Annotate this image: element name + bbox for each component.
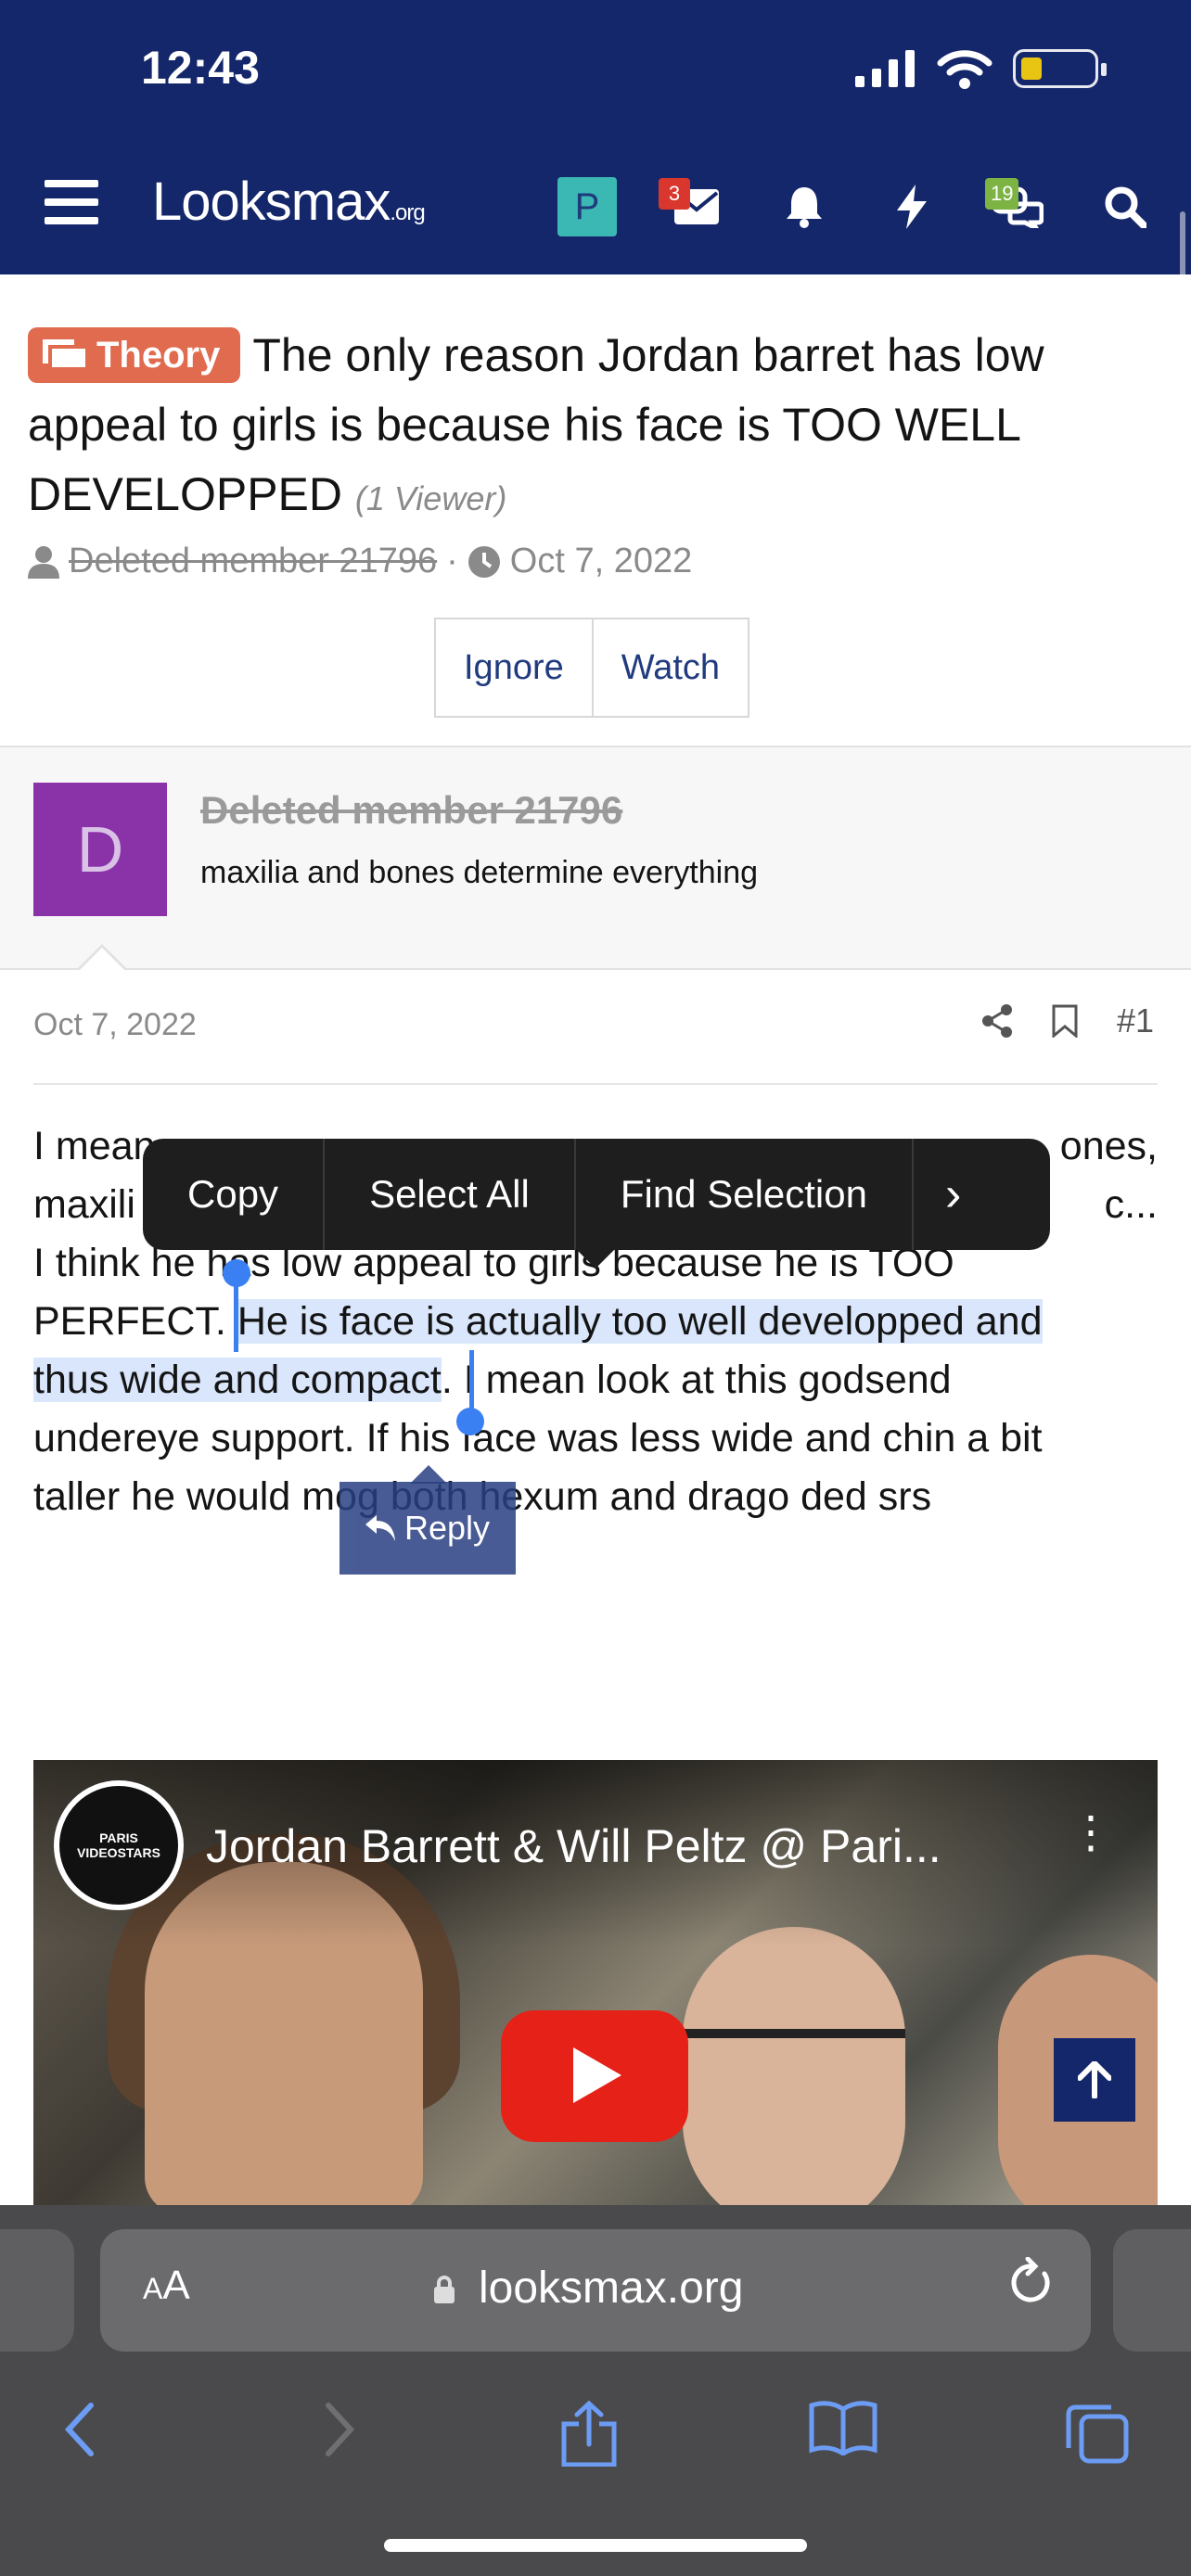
browser-bottom-bar: AA looksmax.org bbox=[0, 2205, 1191, 2576]
next-tab-peek[interactable] bbox=[1113, 2229, 1191, 2352]
tabs-icon bbox=[1066, 2404, 1129, 2464]
scroll-indicator bbox=[1180, 211, 1185, 286]
bookmarks-button[interactable] bbox=[809, 2400, 877, 2468]
divider bbox=[33, 1083, 1158, 1085]
ignore-button[interactable]: Ignore bbox=[436, 619, 592, 716]
viewer-count: (1 Viewer) bbox=[354, 479, 507, 517]
forward-button[interactable] bbox=[321, 2400, 358, 2472]
chevron-right-icon bbox=[326, 2403, 355, 2456]
post-line-5: thus wide and compact. I mean look at th… bbox=[33, 1358, 952, 1402]
post-number[interactable]: #1 bbox=[1117, 1001, 1154, 1040]
wifi-icon bbox=[937, 50, 992, 89]
share-button[interactable] bbox=[560, 2400, 618, 2480]
bookmark-icon[interactable] bbox=[1052, 1004, 1078, 1038]
post-username[interactable]: Deleted member 21796 bbox=[200, 788, 622, 833]
post-line-4: PERFECT. He is face is actually too well… bbox=[33, 1299, 1043, 1344]
selection-start-handle[interactable] bbox=[223, 1259, 250, 1287]
nav-bar: Looksmax.org P 3 19 bbox=[0, 158, 1191, 250]
selection-end-caret bbox=[469, 1350, 474, 1415]
signal-icon bbox=[855, 50, 915, 87]
browser-toolbar bbox=[0, 2400, 1191, 2493]
quick-reply-button[interactable]: Reply bbox=[339, 1482, 516, 1575]
video-frame-glasses bbox=[683, 2029, 905, 2075]
post-actions: #1 bbox=[981, 1001, 1154, 1040]
copy-menu-item[interactable]: Copy bbox=[143, 1139, 323, 1250]
post-date[interactable]: Oct 7, 2022 bbox=[33, 1007, 197, 1043]
reload-icon[interactable] bbox=[1007, 2256, 1054, 2317]
thread-actions: Ignore Watch bbox=[434, 618, 750, 718]
conversations-badge: 19 bbox=[985, 178, 1019, 210]
selected-text-b[interactable]: thus wide and compact bbox=[33, 1358, 442, 1402]
channel-logo[interactable]: PARIS VIDEOSTARS bbox=[54, 1780, 184, 1910]
page-settings-button[interactable]: AA bbox=[143, 2263, 190, 2309]
theory-icon bbox=[43, 339, 89, 371]
status-icons bbox=[855, 48, 1107, 89]
thread-meta: Deleted member 21796 · Oct 7, 2022 bbox=[28, 542, 692, 581]
post-pointer-inner bbox=[78, 948, 126, 972]
more-menu-arrow[interactable]: › bbox=[911, 1139, 992, 1250]
avatar[interactable]: D bbox=[33, 783, 167, 916]
thread-title: Theory The only reason Jordan barret has… bbox=[28, 321, 1159, 533]
lightning-icon bbox=[897, 185, 927, 229]
play-icon bbox=[573, 2047, 621, 2103]
meta-separator: · bbox=[446, 542, 458, 580]
post-line-6: undereye support. If his face was less w… bbox=[33, 1416, 1043, 1460]
scroll-to-top-button[interactable] bbox=[1054, 2038, 1135, 2122]
user-icon bbox=[28, 545, 59, 579]
address-bar[interactable]: AA looksmax.org bbox=[100, 2229, 1091, 2352]
youtube-embed[interactable]: PARIS VIDEOSTARS Jordan Barrett & Will P… bbox=[33, 1760, 1158, 2205]
site-header: 12:43 Looksmax.org P 3 19 bbox=[0, 0, 1191, 274]
thread-date[interactable]: Oct 7, 2022 bbox=[510, 542, 692, 581]
tabs-button[interactable] bbox=[1065, 2400, 1130, 2478]
find-selection-menu-item[interactable]: Find Selection bbox=[573, 1139, 912, 1250]
lock-icon bbox=[434, 2276, 455, 2303]
selection-end-handle[interactable] bbox=[456, 1408, 484, 1435]
back-button[interactable] bbox=[61, 2400, 98, 2472]
home-indicator bbox=[384, 2539, 807, 2552]
thread-prefix[interactable]: Theory bbox=[28, 327, 241, 383]
search-button[interactable] bbox=[1093, 174, 1158, 239]
reply-tail bbox=[410, 1465, 447, 1484]
context-menu-tail bbox=[575, 1248, 616, 1269]
kebab-menu-icon[interactable]: ⋮ bbox=[1069, 1811, 1113, 1855]
post-line-7: taller he would mog both hexum and drago… bbox=[33, 1474, 932, 1519]
inbox-button[interactable]: 3 bbox=[659, 174, 729, 239]
reply-label: Reply bbox=[403, 1509, 491, 1547]
url-text[interactable]: looksmax.org bbox=[479, 2263, 743, 2314]
watch-button[interactable]: Watch bbox=[591, 619, 749, 716]
alerts-button[interactable] bbox=[772, 174, 837, 239]
site-logo[interactable]: Looksmax.org bbox=[152, 171, 426, 233]
thread-author[interactable]: Deleted member 21796 bbox=[69, 542, 437, 581]
whats-new-button[interactable] bbox=[879, 174, 944, 239]
status-time: 12:43 bbox=[141, 42, 260, 94]
bell-icon bbox=[787, 187, 822, 228]
chevron-left-icon bbox=[64, 2403, 94, 2456]
video-title[interactable]: Jordan Barrett & Will Peltz @ Pari... bbox=[206, 1819, 941, 1873]
battery-icon bbox=[1013, 49, 1107, 88]
user-title: maxilia and bones determine everything bbox=[200, 855, 759, 890]
conversations-button[interactable]: 19 bbox=[985, 174, 1050, 239]
clock-icon bbox=[467, 545, 500, 578]
share-icon[interactable] bbox=[981, 1004, 1013, 1038]
post-user-block: D Deleted member 21796 maxilia and bones… bbox=[0, 746, 1191, 970]
text-context-menu: Copy Select All Find Selection › bbox=[143, 1139, 1050, 1250]
select-all-menu-item[interactable]: Select All bbox=[323, 1139, 574, 1250]
youtube-play-button[interactable] bbox=[501, 2010, 688, 2142]
menu-icon[interactable] bbox=[45, 180, 98, 226]
book-icon bbox=[809, 2401, 877, 2457]
arrow-up-icon bbox=[1078, 2061, 1111, 2098]
reply-icon bbox=[365, 1515, 395, 1541]
search-icon bbox=[1105, 186, 1146, 228]
profile-avatar: P bbox=[557, 177, 617, 236]
share-sheet-icon bbox=[561, 2400, 617, 2468]
previous-tab-peek[interactable] bbox=[0, 2229, 74, 2352]
selected-text-a[interactable]: He is face is actually too well developp… bbox=[237, 1299, 1043, 1344]
profile-button[interactable]: P bbox=[555, 174, 620, 239]
inbox-badge: 3 bbox=[659, 178, 690, 210]
